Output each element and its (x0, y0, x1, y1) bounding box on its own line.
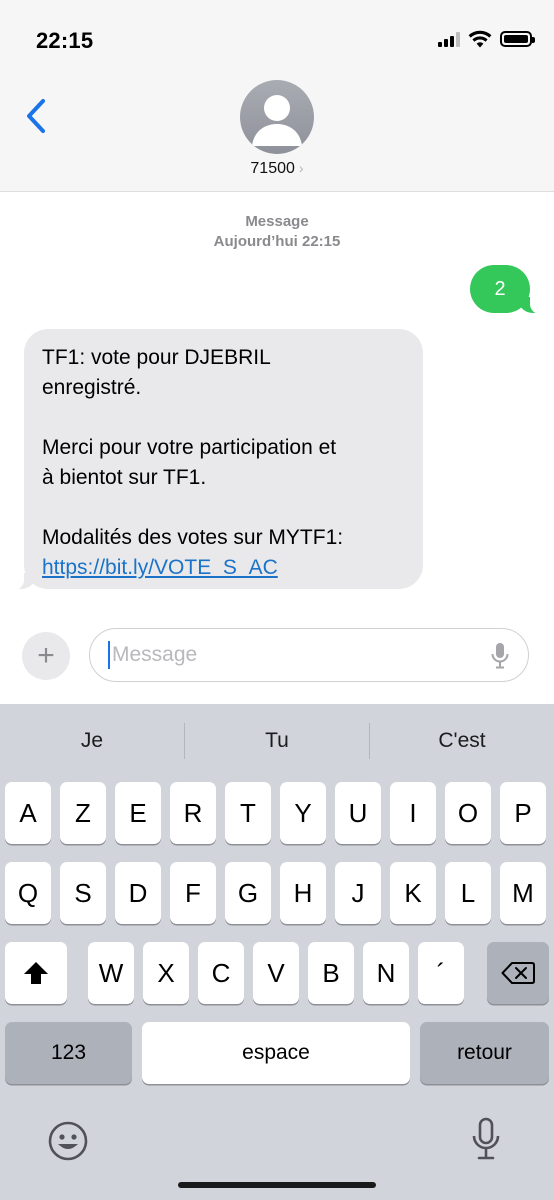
key-k[interactable]: K (390, 862, 436, 924)
key-x[interactable]: X (143, 942, 189, 1004)
chevron-right-icon: › (298, 160, 304, 176)
contact-avatar[interactable] (240, 80, 314, 154)
vote-link[interactable]: https://bit.ly/VOTE_S_AC (42, 556, 278, 579)
battery-icon (500, 31, 535, 47)
key-a[interactable]: A (5, 782, 51, 844)
key-o[interactable]: O (445, 782, 491, 844)
key-y[interactable]: Y (280, 782, 326, 844)
backspace-icon (501, 962, 535, 984)
key-v[interactable]: V (253, 942, 299, 1004)
return-key[interactable]: retour (420, 1022, 549, 1084)
outgoing-message-text: 2 (494, 277, 506, 300)
cellular-signal-icon (438, 31, 460, 47)
space-key[interactable]: espace (142, 1022, 410, 1084)
contact-name: 71500 (250, 160, 295, 177)
message-input[interactable]: Message (89, 628, 529, 682)
chevron-left-icon (27, 99, 45, 133)
key-s[interactable]: S (60, 862, 106, 924)
key-e[interactable]: E (115, 782, 161, 844)
status-icons (438, 30, 535, 48)
status-bar: 22:15 (0, 0, 554, 80)
status-time: 22:15 (36, 28, 94, 53)
incoming-message-bubble[interactable]: TF1: vote pour DJEBRIL enregistré. Merci… (10, 329, 423, 590)
conversation-header: 71500 › (0, 80, 554, 192)
key-f[interactable]: F (170, 862, 216, 924)
delete-key[interactable] (487, 942, 549, 1004)
key-q[interactable]: Q (5, 862, 51, 924)
conversation-meta: Message Aujourd’hui 22:15 (0, 212, 554, 252)
dictation-icon[interactable] (470, 1116, 502, 1164)
key-g[interactable]: G (225, 862, 271, 924)
wifi-icon (468, 30, 492, 48)
timestamp: Aujourd’hui 22:15 (0, 232, 554, 252)
suggestion-item[interactable]: Je (0, 729, 184, 753)
shift-icon (24, 962, 48, 984)
keyboard: Je Tu C'est A Z E R T Y U I O P Q S D F … (0, 704, 554, 1200)
incoming-line: à bientot sur TF1. (42, 466, 207, 489)
plus-icon: + (37, 639, 55, 672)
suggestion-item[interactable]: Tu (185, 729, 369, 753)
numbers-key[interactable]: 123 (5, 1022, 132, 1084)
key-n[interactable]: N (363, 942, 409, 1004)
key-t[interactable]: T (225, 782, 271, 844)
key-p[interactable]: P (500, 782, 546, 844)
key-w[interactable]: W (88, 942, 134, 1004)
incoming-line: Modalités des votes sur MYTF1: (42, 526, 344, 549)
home-indicator[interactable] (178, 1182, 376, 1188)
key-l[interactable]: L (445, 862, 491, 924)
key-d[interactable]: D (115, 862, 161, 924)
emoji-icon[interactable] (47, 1120, 89, 1162)
message-placeholder: Message (112, 643, 198, 666)
microphone-icon[interactable] (490, 642, 510, 670)
key-j[interactable]: J (335, 862, 381, 924)
incoming-line: enregistré. (42, 376, 142, 399)
key-z[interactable]: Z (60, 782, 106, 844)
back-button[interactable] (18, 94, 54, 138)
text-caret (108, 641, 110, 669)
outgoing-message-bubble[interactable]: 2 (470, 265, 544, 314)
suggestion-bar: Je Tu C'est (0, 704, 554, 778)
key-c[interactable]: C (198, 942, 244, 1004)
key-h[interactable]: H (280, 862, 326, 924)
key-b[interactable]: B (308, 942, 354, 1004)
incoming-line: TF1: vote pour DJEBRIL (42, 346, 271, 369)
apps-plus-button[interactable]: + (22, 632, 70, 680)
timestamp-text: Aujourd’hui 22:15 (213, 233, 341, 250)
service-label: Message (245, 213, 309, 230)
incoming-line: Merci pour votre participation et (42, 436, 337, 459)
key-r[interactable]: R (170, 782, 216, 844)
key-m[interactable]: M (500, 862, 546, 924)
key-acute-accent[interactable]: ´ (418, 942, 464, 1004)
shift-key[interactable] (5, 942, 67, 1004)
key-i[interactable]: I (390, 782, 436, 844)
key-u[interactable]: U (335, 782, 381, 844)
suggestion-item[interactable]: C'est (370, 729, 554, 753)
contact-name-row[interactable]: 71500 › (0, 160, 554, 178)
person-icon (252, 95, 302, 146)
